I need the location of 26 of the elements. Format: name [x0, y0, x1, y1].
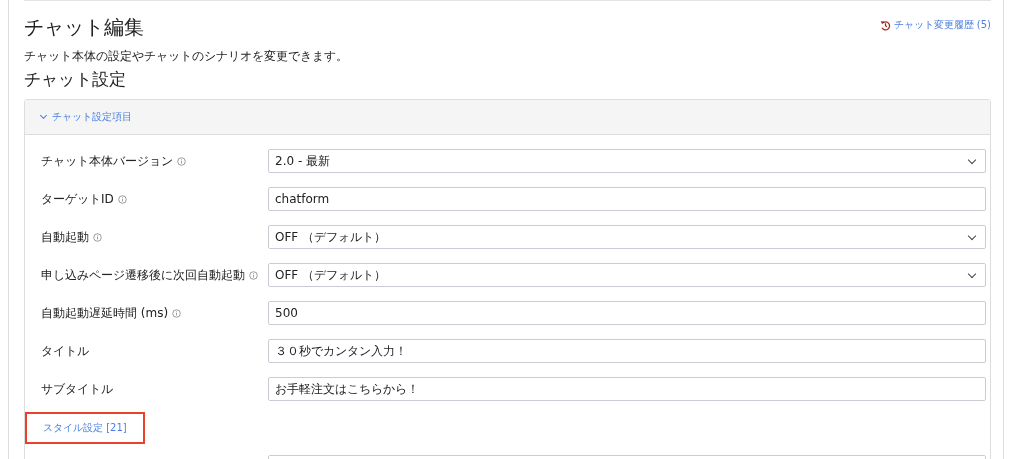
field-label: ターゲットID [41, 190, 114, 208]
field-label: タイトル [41, 342, 89, 360]
field-label: サブタイトル [41, 380, 113, 398]
input-field[interactable]: 500 [268, 301, 986, 325]
info-icon[interactable] [172, 308, 182, 318]
history-icon [879, 19, 891, 31]
field-label: チャット本体バージョン [41, 152, 173, 170]
input-field[interactable]: お手軽注文はこちらから！ [268, 377, 986, 401]
input-field[interactable]: ３０秒でカンタン入力！ [268, 339, 986, 363]
style-settings-link[interactable]: スタイル設定 [21] [25, 412, 145, 444]
info-icon[interactable] [93, 232, 102, 242]
panel-toggle[interactable]: チャット設定項目 [41, 110, 132, 124]
info-icon[interactable] [249, 270, 258, 280]
info-icon[interactable] [117, 194, 127, 204]
field-label: 自動起動 [41, 228, 89, 246]
select-field[interactable]: OFF （デフォルト） [268, 263, 986, 287]
page-description: チャット本体の設定やチャットのシナリオを変更できます。 [24, 48, 349, 65]
input-field[interactable]: chatform [268, 187, 986, 211]
select-field[interactable]: OFF （デフォルト） [268, 225, 986, 249]
section-title: チャット設定 [24, 68, 127, 91]
select-field[interactable]: 2.0 - 最新 [268, 149, 986, 173]
field-label: 自動起動遅延時間 (ms) [41, 304, 169, 322]
page-title: チャット編集 [24, 14, 144, 41]
history-link[interactable]: チャット変更履歴 (5) [879, 18, 991, 32]
field-label: 申し込みページ遷移後に次回自動起動 [41, 266, 245, 284]
info-icon[interactable] [177, 156, 186, 166]
